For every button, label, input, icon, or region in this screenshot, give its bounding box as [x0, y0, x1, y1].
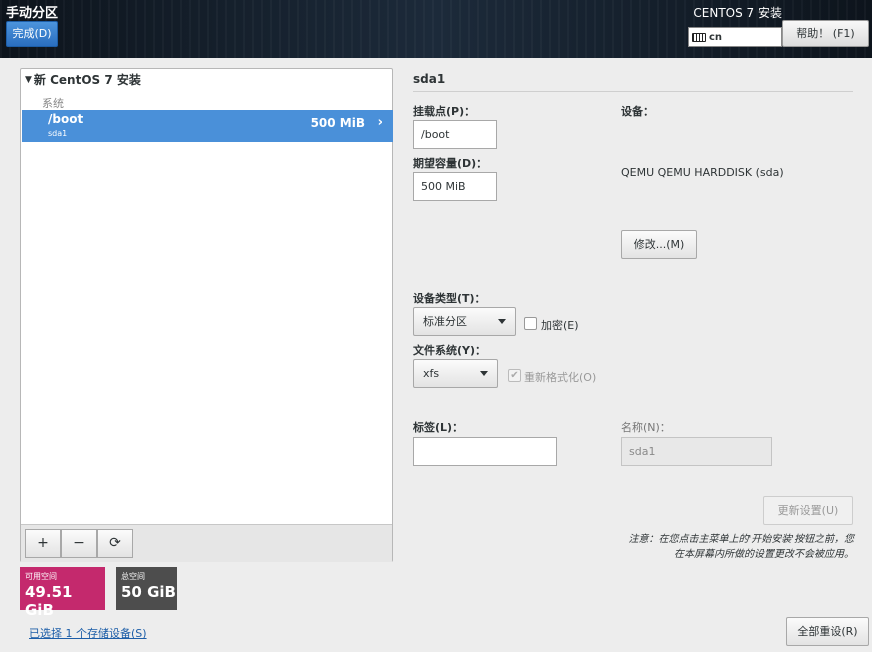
tag-input[interactable] [413, 437, 557, 466]
keyboard-layout-indicator[interactable]: cn [688, 27, 782, 47]
modify-button[interactable]: 修改...(M) [621, 230, 697, 259]
refresh-button[interactable]: ⟳ [97, 529, 133, 558]
total-space-label: 总空间 [121, 572, 145, 581]
chevron-right-icon: › [377, 115, 383, 130]
product-title: CENTOS 7 安装 [693, 6, 782, 20]
device-label: 设备： [621, 105, 654, 118]
install-group-header[interactable]: ▼ 新 CentOS 7 安装 [25, 71, 141, 88]
partition-details-title: sda1 [413, 72, 446, 86]
capacity-input[interactable]: 500 MiB [413, 172, 497, 201]
reformat-checkbox: ✔ [508, 369, 521, 382]
help-button[interactable]: 帮助！ (F1) [782, 20, 869, 47]
name-label: 名称(N)： [621, 421, 671, 434]
reset-all-button[interactable]: 全部重设(R) [786, 617, 869, 646]
available-space-tile: 可用空间 49.51 GiB [20, 567, 105, 619]
details-divider [413, 91, 853, 92]
dropdown-arrow-icon [480, 371, 488, 376]
encrypt-label: 加密(E) [541, 319, 579, 332]
available-space-value: 49.51 GiB [25, 583, 73, 619]
filesystem-value: xfs [423, 367, 440, 380]
device-value: QEMU QEMU HARDDISK (sda) [621, 166, 784, 179]
encrypt-checkbox[interactable] [524, 317, 537, 330]
device-type-select[interactable]: 标准分区 [413, 307, 516, 336]
expander-triangle-icon: ▼ [25, 74, 32, 85]
mount-point-input[interactable]: /boot [413, 120, 497, 149]
note-line-2: 在本屏幕内所做的设置更改不会被应用。 [674, 549, 854, 560]
remove-partition-button[interactable]: − [61, 529, 97, 558]
partition-device: sda1 [48, 129, 68, 138]
note-line-1: 注意：在您点击主菜单上的'开始安装'按钮之前，您 [628, 534, 855, 545]
available-space-label: 可用空间 [25, 572, 57, 581]
settings-note: 注意：在您点击主菜单上的'开始安装'按钮之前，您 在本屏幕内所做的设置更改不会被… [534, 532, 855, 562]
add-partition-button[interactable]: + [25, 529, 61, 558]
partition-list-panel: ▼ 新 CentOS 7 安装 系统 /boot sda1 500 MiB › … [20, 68, 393, 562]
name-input: sda1 [621, 437, 772, 466]
capacity-label: 期望容量(D)： [413, 157, 488, 170]
header-bar: 手动分区 完成(D) CENTOS 7 安装 cn 帮助！ (F1) [0, 0, 872, 58]
partition-row-boot[interactable]: /boot sda1 500 MiB › [22, 110, 393, 142]
done-button[interactable]: 完成(D) [6, 21, 58, 47]
mount-point-label: 挂载点(P)： [413, 105, 476, 118]
filesystem-label: 文件系统(Y)： [413, 344, 487, 357]
device-type-label: 设备类型(T)： [413, 292, 486, 305]
install-group-title: 新 CentOS 7 安装 [33, 73, 141, 87]
partition-toolbar: + − ⟳ [21, 524, 392, 562]
partition-mount-point: /boot [48, 112, 84, 126]
total-space-value: 50 GiB [121, 583, 176, 601]
tag-label: 标签(L)： [413, 421, 464, 434]
keyboard-layout-label: cn [709, 31, 723, 43]
reformat-label: 重新格式化(O) [524, 371, 597, 384]
update-settings-button: 更新设置(U) [763, 496, 853, 525]
filesystem-select[interactable]: xfs [413, 359, 498, 388]
partition-size: 500 MiB [310, 116, 365, 130]
dropdown-arrow-icon [498, 319, 506, 324]
keyboard-icon [692, 32, 706, 42]
total-space-tile: 总空间 50 GiB [116, 567, 177, 610]
page-title: 手动分区 [6, 6, 59, 21]
section-label-system: 系统 [42, 97, 64, 110]
storage-devices-link[interactable]: 已选择 1 个存储设备(S) [29, 625, 147, 641]
device-type-value: 标准分区 [423, 315, 467, 328]
